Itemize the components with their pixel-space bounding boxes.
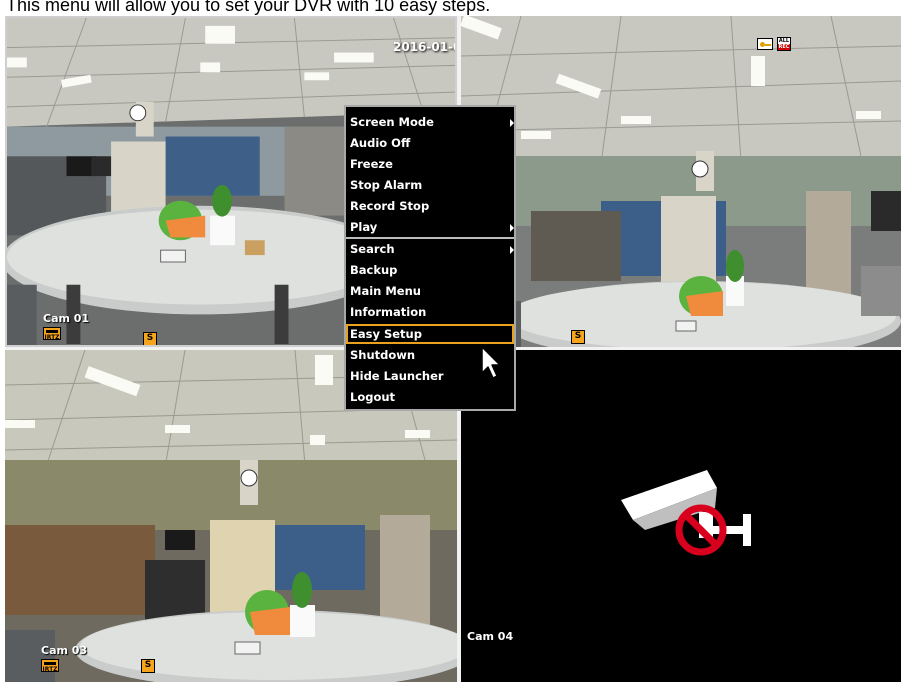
menu-item-backup[interactable]: Backup (346, 260, 514, 281)
menu-item-label: Screen Mode (350, 115, 434, 129)
timestamp-display: 2016-01-05 01:09:45 (393, 40, 455, 54)
menu-item-search[interactable]: Search (346, 239, 514, 260)
menu-item-label: Information (350, 305, 427, 319)
menu-item-logout[interactable]: Logout (346, 387, 514, 408)
menu-item-label: Shutdown (350, 348, 416, 362)
menu-item-label: Search (350, 242, 395, 256)
key-icon (757, 38, 773, 50)
menu-item-label: Logout (350, 390, 396, 404)
menu-item-label: Stop Alarm (350, 178, 423, 192)
menu-item-audio-off[interactable]: Audio Off (346, 133, 514, 154)
dvr-screen: 2016-01-05 01:09:45 Cam 01 IRTZ S (5, 16, 901, 682)
submenu-arrow-icon (510, 224, 514, 232)
submenu-arrow-icon (510, 119, 514, 127)
menu-item-freeze[interactable]: Freeze (346, 154, 514, 175)
ptz-icon: IRTZ (41, 659, 59, 673)
page-caption: This menu will allow you to set your DVR… (6, 0, 491, 15)
menu-item-record-stop[interactable]: Record Stop (346, 196, 514, 217)
all-rec-icon: ALL REC (777, 37, 791, 51)
camera-label: Cam 03 (41, 644, 88, 657)
menu-item-information[interactable]: Information (346, 302, 514, 323)
menu-item-label: Freeze (350, 157, 393, 171)
menu-item-screen-mode[interactable]: Screen Mode (346, 112, 514, 133)
menu-item-label: Easy Setup (350, 327, 422, 341)
camera-2-scene (461, 16, 901, 347)
s-badge-icon: S (143, 332, 157, 345)
no-camera-icon (621, 470, 751, 556)
menu-item-label: Audio Off (350, 136, 411, 150)
menu-item-label: Play (350, 220, 378, 234)
menu-item-stop-alarm[interactable]: Stop Alarm (346, 175, 514, 196)
camera-label: Cam 04 (467, 630, 514, 643)
submenu-arrow-icon (510, 246, 514, 254)
ptz-icon: IRTZ (43, 327, 61, 341)
menu-item-easy-setup[interactable]: Easy Setup (346, 324, 514, 344)
menu-item-main-menu[interactable]: Main Menu (346, 281, 514, 302)
s-badge-icon: S (141, 659, 155, 673)
menu-item-play[interactable]: Play (346, 217, 514, 239)
menu-item-label: Backup (350, 263, 398, 277)
camera-view-2[interactable]: ALL REC S (461, 16, 901, 347)
menu-item-label: Record Stop (350, 199, 430, 213)
mouse-cursor-icon (481, 346, 501, 379)
menu-item-label: Main Menu (350, 284, 421, 298)
s-badge-icon: S (571, 330, 585, 344)
camera-label: Cam 01 (43, 312, 90, 325)
menu-item-label: Hide Launcher (350, 369, 444, 383)
